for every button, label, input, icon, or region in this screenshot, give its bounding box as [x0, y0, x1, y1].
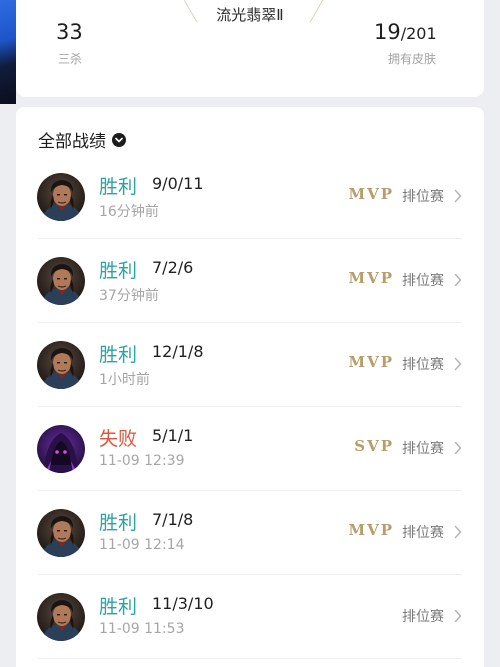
match-mode: 排位赛 — [402, 441, 444, 457]
match-time: 11-09 12:39 — [99, 453, 185, 469]
match-row[interactable]: 胜利 12/1/8 1小时前 MVP 排位赛 — [16, 323, 484, 407]
match-result: 失败 — [99, 428, 138, 450]
match-result: 胜利 — [99, 596, 138, 618]
mvp-badge: MVP — [348, 353, 394, 371]
match-kda: 5/1/1 — [152, 426, 194, 445]
chevron-right-icon — [453, 273, 463, 287]
chevron-down-circle-icon — [112, 132, 126, 147]
match-kda: 12/1/8 — [152, 342, 204, 361]
skin-count[interactable]: 19/201 — [374, 20, 437, 44]
match-time: 37分钟前 — [99, 288, 159, 304]
dark-haired-hero-avatar — [37, 173, 85, 221]
match-time: 1小时前 — [99, 372, 150, 388]
chevron-right-icon — [453, 609, 463, 623]
chevron-right-icon — [453, 441, 463, 455]
match-mode: 排位赛 — [402, 357, 444, 373]
mvp-badge: MVP — [348, 521, 394, 539]
skin-total-count: /201 — [400, 24, 437, 43]
match-kda: 11/3/10 — [152, 594, 214, 613]
match-mode: 排位赛 — [402, 609, 444, 625]
dark-haired-hero-avatar — [37, 593, 85, 641]
match-mode: 排位赛 — [402, 525, 444, 541]
row-divider — [38, 658, 462, 659]
dark-haired-hero-avatar — [37, 341, 85, 389]
match-result: 胜利 — [99, 176, 138, 198]
match-result: 胜利 — [99, 344, 138, 366]
match-time: 16分钟前 — [99, 204, 159, 220]
background-banner-edge — [0, 0, 16, 104]
match-mode: 排位赛 — [402, 189, 444, 205]
skin-count-label: 拥有皮肤 — [388, 52, 437, 66]
purple-hooded-hero-avatar — [37, 425, 85, 473]
chevron-right-icon — [453, 357, 463, 371]
rank-frame-right — [309, 0, 346, 22]
match-row[interactable]: 胜利 9/0/11 16分钟前 MVP 排位赛 — [16, 155, 484, 239]
match-row[interactable]: 胜利 7/2/6 37分钟前 MVP 排位赛 — [16, 239, 484, 323]
match-kda: 7/1/8 — [152, 510, 194, 529]
match-row[interactable]: 胜利 7/1/8 11-09 12:14 MVP 排位赛 — [16, 491, 484, 575]
mvp-badge: MVP — [348, 185, 394, 203]
dark-haired-hero-avatar — [37, 257, 85, 305]
match-history-card: 全部战绩 胜利 9/0/11 16分钟前 MVP 排位赛 胜利 7/2/6 37… — [16, 107, 484, 667]
dark-haired-hero-avatar — [37, 509, 85, 557]
match-row[interactable]: 胜利 11/3/10 11-09 11:53 排位赛 — [16, 575, 484, 659]
match-result: 胜利 — [99, 512, 138, 534]
match-mode: 排位赛 — [402, 273, 444, 289]
match-kda: 7/2/6 — [152, 258, 194, 277]
match-time: 11-09 12:14 — [99, 537, 185, 553]
match-result: 胜利 — [99, 260, 138, 282]
profile-stats-card: 流光翡翠Ⅱ 33 三杀 19/201 拥有皮肤 — [16, 0, 484, 97]
history-title: 全部战绩 — [38, 132, 106, 152]
match-kda: 9/0/11 — [152, 174, 204, 193]
skin-owned-count: 19 — [374, 20, 401, 44]
chevron-right-icon — [453, 189, 463, 203]
rank-name[interactable]: 流光翡翠Ⅱ — [190, 4, 310, 25]
match-row[interactable]: 失败 5/1/1 11-09 12:39 SVP 排位赛 — [16, 407, 484, 491]
triple-kill-count: 33 — [56, 20, 83, 44]
history-filter-dropdown[interactable]: 全部战绩 — [38, 127, 126, 152]
mvp-badge: SVP — [354, 437, 394, 455]
triple-kill-label: 三杀 — [58, 52, 83, 66]
match-time: 11-09 11:53 — [99, 621, 185, 637]
mvp-badge: MVP — [348, 269, 394, 287]
chevron-right-icon — [453, 525, 463, 539]
